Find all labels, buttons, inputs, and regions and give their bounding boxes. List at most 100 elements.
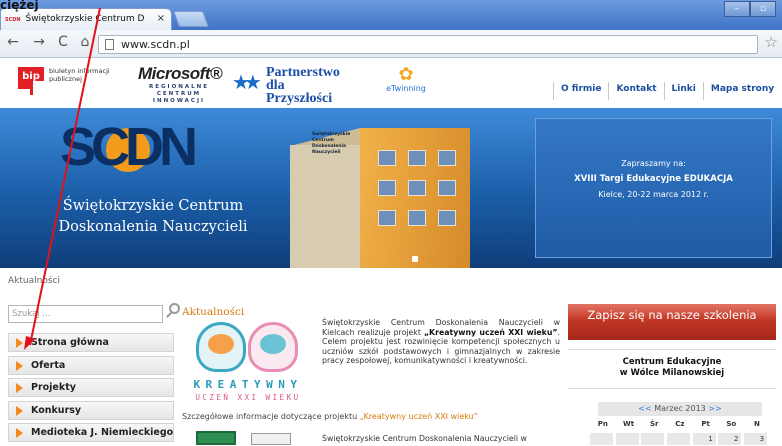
home-icon[interactable]: ⌂ bbox=[76, 34, 94, 50]
promo-line1: Zapraszamy na: bbox=[621, 159, 686, 168]
banner-title-line1: Świętokrzyskie Centrum bbox=[62, 198, 244, 214]
nav-kontakt[interactable]: Kontakt bbox=[608, 82, 663, 100]
window bbox=[408, 150, 426, 166]
new-tab-button[interactable] bbox=[173, 11, 209, 27]
minimize-button[interactable]: – bbox=[724, 1, 750, 17]
sidebar-menu: Strona główna Oferta Projekty Konkursy M… bbox=[8, 333, 174, 446]
sidebar-item-label: Medioteka J. Niemieckiego bbox=[31, 427, 174, 438]
favicon-icon: SCDN bbox=[5, 17, 21, 23]
window bbox=[408, 210, 426, 226]
annotation-label: ciężej bbox=[0, 0, 39, 12]
microsoft-logo[interactable]: Microsoft® REGIONALNE CENTRUM INNOWACJI bbox=[138, 64, 223, 104]
bip-mark: bip bbox=[18, 67, 47, 95]
details-text: Szczegółowe informacje dotyczące projekt… bbox=[182, 412, 360, 421]
people-icon: ★★ bbox=[232, 70, 262, 94]
calendar-next[interactable]: >> bbox=[708, 404, 721, 413]
calendar-month: Marzec 2013 bbox=[654, 404, 706, 413]
reload-icon[interactable]: C bbox=[54, 34, 72, 50]
centrum-line1: Centrum Edukacyjne bbox=[622, 357, 722, 367]
calendar-day bbox=[641, 433, 665, 445]
partnerstwo-logo[interactable]: ★★ Partnerstwo dla Przyszłości bbox=[232, 64, 352, 106]
calendar-day bbox=[590, 433, 613, 445]
brain-left bbox=[208, 334, 234, 354]
bip-logo[interactable]: bip biuletyn informacji publicznej bbox=[18, 67, 128, 95]
centrum-line2: w Wólce Milanowskiej bbox=[619, 368, 725, 378]
nav-linki[interactable]: Linki bbox=[663, 82, 703, 100]
tab-close-icon[interactable]: × bbox=[157, 13, 165, 24]
arrow-right-icon bbox=[16, 405, 23, 416]
nav-mapa-strony[interactable]: Mapa strony bbox=[702, 82, 781, 100]
etwinning-icon: ✿ bbox=[398, 64, 414, 85]
project-link[interactable]: „Kreatywny uczeń XXI wieku” bbox=[360, 412, 478, 421]
maximize-button[interactable]: ▫ bbox=[750, 1, 776, 17]
banner-slide-indicator[interactable] bbox=[412, 256, 418, 262]
promo-line2: XVIII Targi Edukacyjne EDUKACJA bbox=[574, 174, 733, 184]
calendar: << Marzec 2013 >> Pn Wt Śr Cz Pt So N 1 … bbox=[590, 400, 770, 445]
window bbox=[438, 180, 456, 196]
section-title: Aktualności bbox=[182, 306, 245, 318]
centrum-link[interactable]: Centrum Edukacyjne w Wólce Milanowskiej bbox=[568, 349, 776, 389]
logo-letters: SCDN bbox=[60, 117, 198, 177]
weekday: N bbox=[754, 420, 760, 428]
calendar-day[interactable]: 3 bbox=[744, 433, 768, 445]
news-image-part bbox=[251, 433, 291, 445]
calendar-prev[interactable]: << bbox=[638, 404, 651, 413]
microsoft-name: Microsoft® bbox=[138, 64, 223, 83]
arrow-right-icon bbox=[16, 383, 23, 393]
address-bar[interactable]: www.scdn.pl bbox=[98, 35, 758, 54]
sidebar-item-medioteka[interactable]: Medioteka J. Niemieckiego bbox=[8, 423, 174, 442]
window bbox=[438, 150, 456, 166]
etwinning-logo[interactable]: ✿ eTwinning bbox=[376, 66, 436, 104]
page-icon bbox=[105, 39, 114, 50]
arrow-right-icon bbox=[16, 360, 23, 371]
calendar-week-row: 1 2 3 bbox=[590, 433, 770, 445]
news-article-text: Świętokrzyskie Centrum Doskonalenia Nauc… bbox=[322, 434, 527, 443]
register-button[interactable]: Zapisz się na nasze szkolenia bbox=[568, 304, 776, 340]
news-image[interactable] bbox=[196, 431, 308, 445]
sidebar-item-konkursy[interactable]: Konkursy bbox=[8, 400, 174, 420]
window bbox=[378, 180, 396, 196]
weekday: Pt bbox=[701, 420, 710, 428]
weekday: Cz bbox=[675, 420, 685, 428]
tab-title: Świętokrzyskie Centrum D bbox=[25, 14, 145, 24]
bip-text: biuletyn informacji publicznej bbox=[49, 67, 110, 83]
weekday: Wt bbox=[622, 420, 635, 428]
banner-promo[interactable]: Zapraszamy na: XVIII Targi Edukacyjne ED… bbox=[535, 118, 772, 258]
calendar-day[interactable]: 2 bbox=[718, 433, 742, 445]
sidebar-item-projekty[interactable]: Projekty bbox=[8, 378, 174, 397]
sidebar-item-label: Strona główna bbox=[31, 337, 109, 348]
promo-line3: Kielce, 20-22 marca 2012 r. bbox=[598, 190, 709, 199]
sidebar-item-strona-glowna[interactable]: Strona główna bbox=[8, 333, 174, 352]
news-article-text: Świętokrzyskie Centrum Doskonalenia Nauc… bbox=[322, 318, 560, 366]
brain-right bbox=[260, 334, 286, 354]
sidebar-item-oferta[interactable]: Oferta bbox=[8, 355, 174, 375]
bookmark-star-icon[interactable]: ☆ bbox=[765, 33, 778, 51]
sidebar-item-label: Oferta bbox=[31, 359, 66, 371]
url-text: www.scdn.pl bbox=[121, 38, 190, 51]
nav-o-firmie[interactable]: O firmie bbox=[553, 82, 608, 100]
uczen-text: UCZEŃ XXI WIEKU bbox=[195, 393, 301, 402]
forward-arrow-icon[interactable]: → bbox=[30, 34, 48, 50]
weekday: Śr bbox=[649, 420, 659, 428]
kreatywny-uczen-image[interactable]: KREATYWNY UCZEŃ XXI WIEKU bbox=[188, 320, 308, 405]
calendar-day[interactable]: 1 bbox=[692, 433, 716, 445]
project-details-line: Szczegółowe informacje dotyczące projekt… bbox=[182, 412, 478, 421]
weekday: Pn bbox=[597, 420, 608, 428]
back-arrow-icon[interactable]: ← bbox=[4, 34, 22, 50]
calendar-day bbox=[615, 433, 639, 445]
search-input[interactable]: Szukaj ... bbox=[8, 305, 163, 323]
scdn-logo[interactable]: SCDN bbox=[60, 117, 198, 180]
etwinning-text: eTwinning bbox=[386, 84, 426, 93]
banner-title-line2: Doskonalenia Nauczycieli bbox=[58, 219, 248, 235]
sign-line: Nauczycieli bbox=[312, 150, 341, 155]
window bbox=[408, 180, 426, 196]
sidebar-item-label: Konkursy bbox=[31, 404, 82, 416]
news-image-part bbox=[196, 431, 236, 445]
building-side bbox=[360, 128, 470, 268]
building-front bbox=[290, 145, 360, 268]
sidebar-item-label: Projekty bbox=[31, 382, 76, 393]
partnerstwo-line2: dla Przyszłości bbox=[266, 78, 333, 106]
window-controls: – ▫ bbox=[724, 1, 776, 17]
building-photo: Świętokrzyskie Centrum Doskonalenia Nauc… bbox=[290, 110, 475, 268]
kreatywny-text: KREATYWNY bbox=[193, 378, 303, 391]
